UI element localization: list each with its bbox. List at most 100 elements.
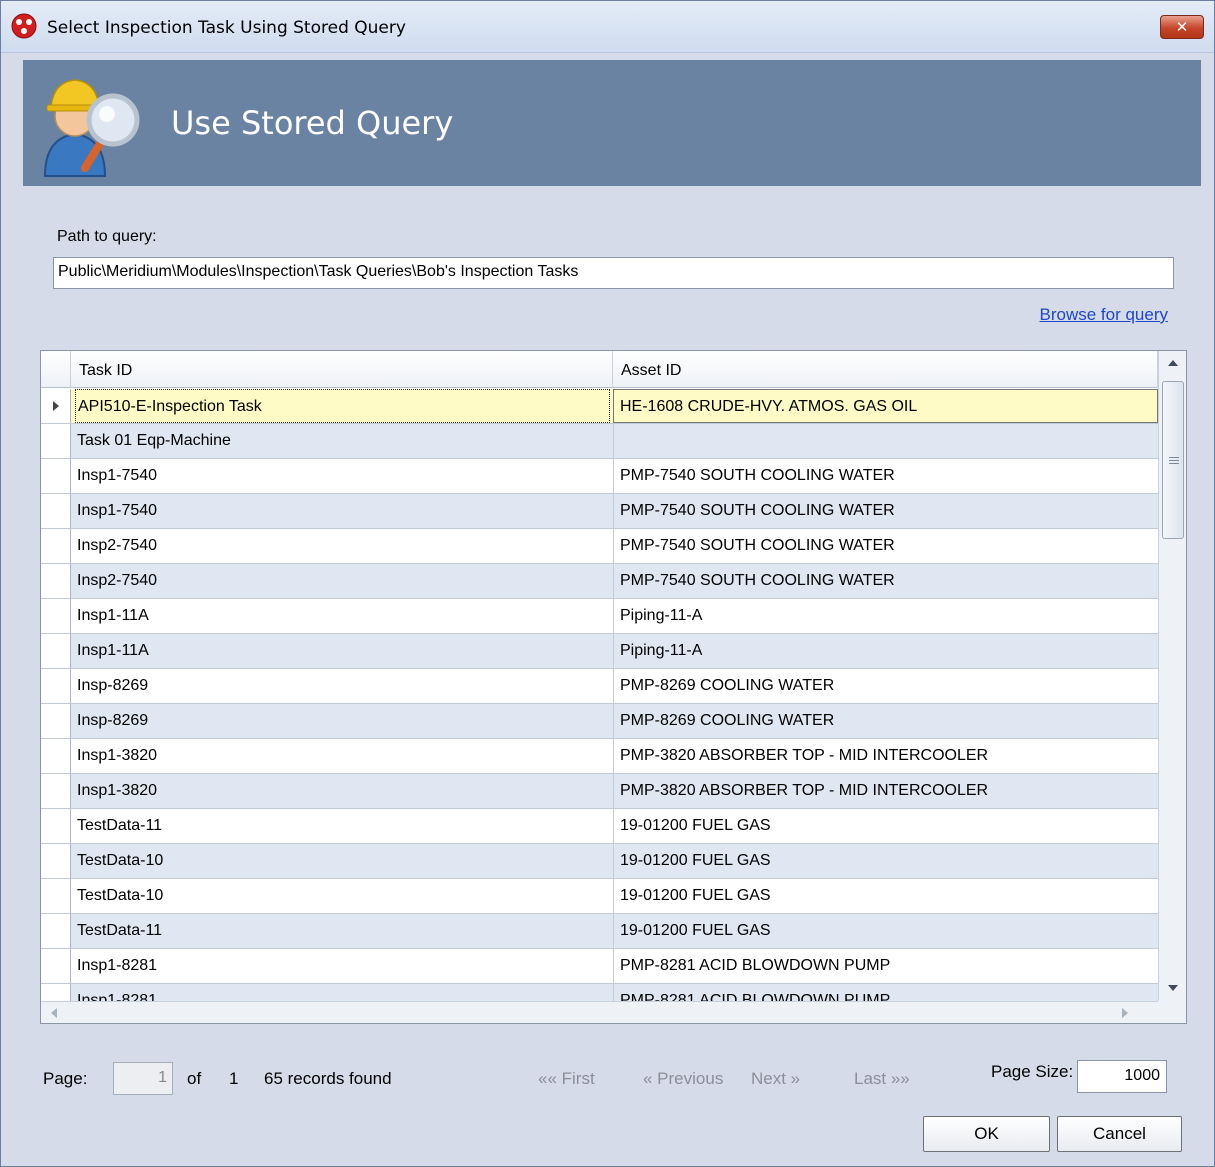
row-selector[interactable] — [41, 459, 71, 493]
asset-id-cell[interactable]: PMP-3820 ABSORBER TOP - MID INTERCOOLER — [613, 774, 1158, 808]
asset-id-cell[interactable]: PMP-7540 SOUTH COOLING WATER — [613, 529, 1158, 563]
table-row[interactable]: Insp1-11A Piping-11-A — [41, 634, 1158, 669]
cancel-button[interactable]: Cancel — [1057, 1116, 1182, 1152]
asset-id-cell[interactable]: 19-01200 FUEL GAS — [613, 914, 1158, 948]
banner-title: Use Stored Query — [171, 104, 454, 142]
row-selector[interactable] — [41, 704, 71, 738]
horizontal-scrollbar[interactable] — [41, 1001, 1158, 1023]
asset-id-cell[interactable]: 19-01200 FUEL GAS — [613, 844, 1158, 878]
header-selector-cell — [41, 351, 71, 388]
table-row[interactable]: Insp-8269 PMP-8269 COOLING WATER — [41, 704, 1158, 739]
table-row[interactable]: Insp2-7540 PMP-7540 SOUTH COOLING WATER — [41, 564, 1158, 599]
task-id-cell[interactable]: Insp2-7540 — [75, 529, 610, 563]
row-selector[interactable] — [41, 564, 71, 598]
table-row[interactable]: Insp-8269 PMP-8269 COOLING WATER — [41, 669, 1158, 704]
previous-page-button[interactable]: « Previous — [643, 1069, 723, 1089]
table-row[interactable]: Insp1-3820 PMP-3820 ABSORBER TOP - MID IN… — [41, 774, 1158, 809]
browse-for-query-link[interactable]: Browse for query — [1040, 305, 1169, 325]
arrow-right-icon[interactable] — [1122, 1008, 1128, 1018]
column-header-task-id[interactable]: Task ID — [71, 351, 613, 388]
vertical-scroll-thumb[interactable] — [1162, 381, 1184, 539]
row-selector[interactable] — [41, 844, 71, 878]
asset-id-cell[interactable]: PMP-7540 SOUTH COOLING WATER — [613, 564, 1158, 598]
table-row[interactable]: TestData-11 19-01200 FUEL GAS — [41, 809, 1158, 844]
close-button[interactable]: ✕ — [1160, 15, 1204, 39]
page-size-input[interactable]: 1000 — [1077, 1060, 1167, 1093]
row-selector[interactable] — [41, 389, 71, 423]
header-banner: Use Stored Query — [23, 60, 1201, 186]
row-selector[interactable] — [41, 634, 71, 668]
task-id-cell[interactable]: Insp-8269 — [75, 669, 610, 703]
vertical-scrollbar[interactable] — [1158, 351, 1186, 1001]
row-selector[interactable] — [41, 809, 71, 843]
page-number-input[interactable]: 1 — [113, 1062, 173, 1095]
path-input[interactable]: Public\Meridium\Modules\Inspection\Task … — [53, 257, 1174, 289]
last-page-button[interactable]: Last »» — [854, 1069, 910, 1089]
title-bar: Select Inspection Task Using Stored Quer… — [1, 1, 1214, 53]
total-pages: 1 — [229, 1069, 239, 1088]
table-row[interactable]: TestData-10 19-01200 FUEL GAS — [41, 879, 1158, 914]
table-row[interactable]: TestData-10 19-01200 FUEL GAS — [41, 844, 1158, 879]
task-id-cell[interactable]: Insp1-3820 — [75, 739, 610, 773]
table-row[interactable]: Insp1-7540 PMP-7540 SOUTH COOLING WATER — [41, 494, 1158, 529]
task-id-cell[interactable]: Insp2-7540 — [75, 564, 610, 598]
asset-id-cell[interactable]: PMP-8269 COOLING WATER — [613, 704, 1158, 738]
task-id-cell[interactable]: TestData-11 — [75, 914, 610, 948]
row-selector[interactable] — [41, 949, 71, 983]
row-selector[interactable] — [41, 879, 71, 913]
task-id-cell[interactable]: Insp1-7540 — [75, 459, 610, 493]
asset-id-cell[interactable]: 19-01200 FUEL GAS — [613, 809, 1158, 843]
row-selector[interactable] — [41, 914, 71, 948]
table-row[interactable]: Insp1-11A Piping-11-A — [41, 599, 1158, 634]
next-page-button[interactable]: Next » — [751, 1069, 800, 1089]
row-selector[interactable] — [41, 529, 71, 563]
grid-rows: API510-E-Inspection Task HE-1608 CRUDE-HV… — [41, 389, 1158, 1019]
asset-id-cell[interactable]: PMP-7540 SOUTH COOLING WATER — [613, 459, 1158, 493]
column-header-asset-id[interactable]: Asset ID — [613, 351, 1158, 388]
task-id-cell[interactable]: TestData-10 — [75, 879, 610, 913]
row-selector[interactable] — [41, 599, 71, 633]
asset-id-cell[interactable]: PMP-7540 SOUTH COOLING WATER — [613, 494, 1158, 528]
scroll-up-button[interactable] — [1161, 353, 1185, 375]
table-row[interactable]: Insp1-8281PMP-8281 ACID BLOWDOWN PUMP — [41, 949, 1158, 984]
asset-id-cell[interactable]: Piping-11-A — [613, 599, 1158, 633]
asset-id-cell[interactable]: HE-1608 CRUDE-HVY. ATMOS. GAS OIL — [613, 389, 1158, 423]
arrow-left-icon[interactable] — [51, 1008, 57, 1018]
table-row[interactable]: Insp1-7540 PMP-7540 SOUTH COOLING WATER — [41, 459, 1158, 494]
table-row[interactable]: TestData-11 19-01200 FUEL GAS — [41, 914, 1158, 949]
first-page-button[interactable]: «« First — [538, 1069, 595, 1089]
table-row[interactable]: Task 01 Eqp-Machine — [41, 424, 1158, 459]
scroll-down-button[interactable] — [1161, 977, 1185, 999]
results-grid[interactable]: Task ID Asset ID API510-E-Inspection Tas… — [40, 350, 1187, 1024]
row-selector[interactable] — [41, 669, 71, 703]
row-selector[interactable] — [41, 424, 71, 458]
grid-header: Task ID Asset ID — [41, 351, 1158, 388]
task-id-cell[interactable]: Task 01 Eqp-Machine — [75, 424, 610, 458]
table-row[interactable]: Insp1-3820 PMP-3820 ABSORBER TOP - MID IN… — [41, 739, 1158, 774]
asset-id-cell[interactable] — [613, 424, 1158, 458]
task-id-cell[interactable]: Insp1-11A — [75, 634, 610, 668]
asset-id-cell[interactable]: 19-01200 FUEL GAS — [613, 879, 1158, 913]
of-label: of — [187, 1069, 202, 1088]
task-id-cell[interactable]: Insp1-3820 — [75, 774, 610, 808]
task-id-cell[interactable]: Insp1-7540 — [75, 494, 610, 528]
table-row[interactable]: API510-E-Inspection Task HE-1608 CRUDE-HV… — [41, 389, 1158, 424]
dialog-window: Select Inspection Task Using Stored Quer… — [0, 0, 1215, 1167]
table-row[interactable]: Insp2-7540 PMP-7540 SOUTH COOLING WATER — [41, 529, 1158, 564]
asset-id-cell[interactable]: PMP-8281 ACID BLOWDOWN PUMP — [613, 949, 1158, 983]
task-id-cell[interactable]: Insp1-11A — [75, 599, 610, 633]
window-title: Select Inspection Task Using Stored Quer… — [47, 18, 406, 38]
row-selector[interactable] — [41, 774, 71, 808]
row-selector[interactable] — [41, 494, 71, 528]
asset-id-cell[interactable]: PMP-8269 COOLING WATER — [613, 669, 1158, 703]
task-id-cell[interactable]: Insp1-8281 — [75, 949, 610, 983]
task-id-cell[interactable]: Insp-8269 — [75, 704, 610, 738]
asset-id-cell[interactable]: PMP-3820 ABSORBER TOP - MID INTERCOOLER — [613, 739, 1158, 773]
task-id-cell[interactable]: TestData-11 — [75, 809, 610, 843]
ok-button[interactable]: OK — [923, 1116, 1050, 1152]
task-id-cell[interactable]: API510-E-Inspection Task — [75, 389, 610, 423]
records-found: 65 records found — [264, 1069, 392, 1088]
row-selector[interactable] — [41, 739, 71, 773]
asset-id-cell[interactable]: Piping-11-A — [613, 634, 1158, 668]
task-id-cell[interactable]: TestData-10 — [75, 844, 610, 878]
